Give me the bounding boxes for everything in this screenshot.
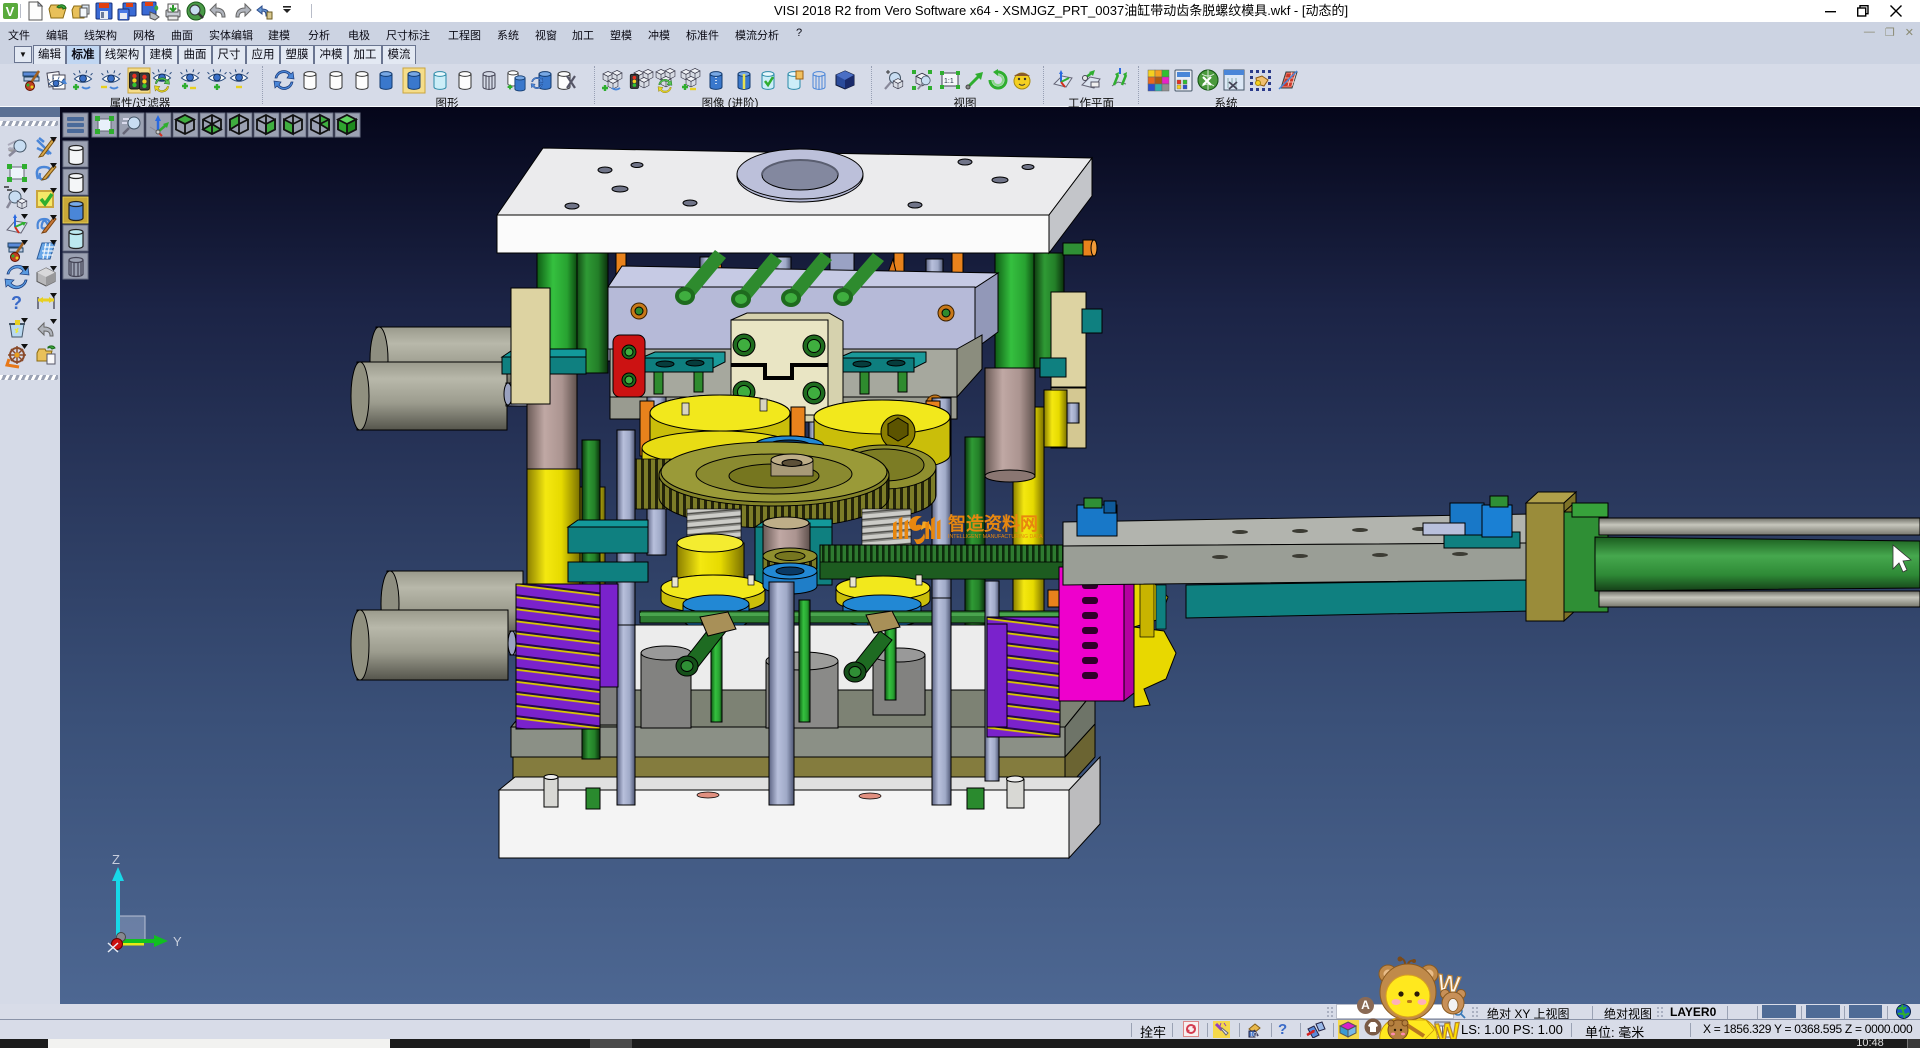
svg-text:Z: Z	[112, 852, 120, 867]
svg-text:INTELLIGENT MANUFACTURING DATA: INTELLIGENT MANUFACTURING DATA	[948, 534, 1043, 540]
svg-text:Y: Y	[173, 934, 182, 949]
svg-text:1:1: 1:1	[944, 78, 954, 85]
svg-text:?: ?	[11, 293, 22, 313]
svg-text:V: V	[6, 4, 15, 19]
svg-text:智造资料网: 智造资料网	[948, 513, 1038, 534]
svg-text:10: 10	[1250, 1033, 1257, 1039]
